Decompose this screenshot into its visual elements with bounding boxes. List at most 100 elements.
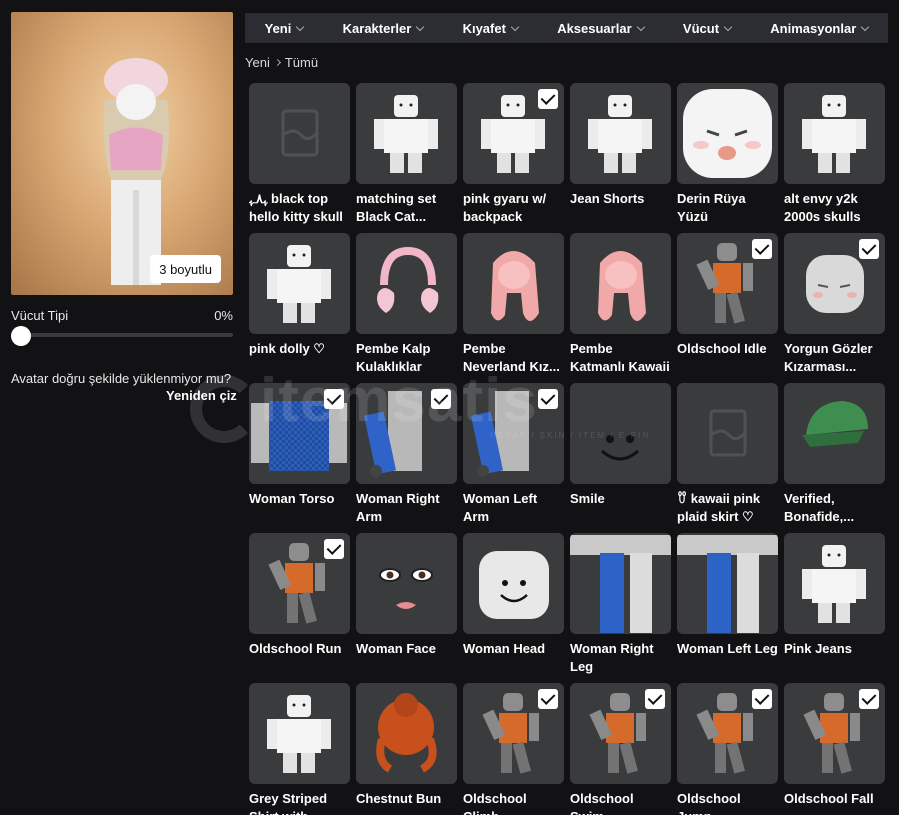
item-card[interactable]: Pembe Kalp Kulaklıklar [356, 233, 457, 383]
item-thumbnail[interactable] [677, 383, 778, 484]
item-card[interactable]: Oldschool Climb [463, 683, 564, 815]
item-card[interactable]: Woman Face [356, 533, 457, 683]
item-card[interactable]: ﮩ٨ـﮩ black top hello kitty skull ... [249, 83, 350, 233]
item-thumbnail[interactable] [356, 683, 457, 784]
item-card[interactable]: Woman Torso [249, 383, 350, 533]
item-thumbnail[interactable] [249, 533, 350, 634]
body-type-slider-track[interactable] [11, 333, 233, 337]
item-thumbnail[interactable] [249, 383, 350, 484]
item-card[interactable]: Pembe Neverland Kız... [463, 233, 564, 383]
item-card[interactable]: Chestnut Bun [356, 683, 457, 815]
nav-new[interactable]: Yeni [265, 21, 305, 36]
item-thumbnail[interactable] [356, 233, 457, 334]
placeholder-image [709, 409, 747, 457]
item-name: Oldschool Climb [463, 791, 527, 815]
item-card[interactable]: Oldschool Idle [677, 233, 778, 383]
item-name: Woman Face [356, 641, 436, 656]
item-card[interactable]: Derin Rüya Yüzü [677, 83, 778, 233]
item-thumbnail[interactable] [784, 533, 885, 634]
checkmark-icon[interactable] [645, 689, 665, 709]
item-card[interactable]: Oldschool Fall [784, 683, 885, 815]
item-card[interactable]: Woman Left Arm [463, 383, 564, 533]
nav-clothing[interactable]: Kıyafet [463, 21, 520, 36]
item-thumbnail[interactable] [463, 383, 564, 484]
item-card[interactable]: alt envy y2k 2000s skulls do... [784, 83, 885, 233]
item-card[interactable]: matching set Black Cat... [356, 83, 457, 233]
item-thumbnail[interactable] [463, 533, 564, 634]
item-card[interactable]: Oldschool Jump [677, 683, 778, 815]
item-thumbnail[interactable] [463, 683, 564, 784]
item-card[interactable]: Yorgun Gözler Kızarması... [784, 233, 885, 383]
item-thumbnail[interactable] [570, 233, 671, 334]
item-thumbnail[interactable] [677, 683, 778, 784]
item-name: pink dolly ♡ [249, 341, 325, 356]
item-thumbnail[interactable] [677, 233, 778, 334]
shirt-image [802, 95, 866, 173]
item-name: pink gyaru w/ backpack mezz... [463, 191, 547, 224]
chevron-down-icon [296, 22, 305, 31]
placeholder-image [281, 109, 319, 157]
item-card[interactable]: Verified, Bonafide,... [784, 383, 885, 533]
item-card[interactable]: Jean Shorts [570, 83, 671, 233]
chevron-right-icon [273, 58, 281, 67]
checkmark-icon[interactable] [538, 89, 558, 109]
category-nav: Yeni Karakterler Kıyafet Aksesuarlar Vüc… [245, 13, 888, 43]
item-thumbnail[interactable] [570, 683, 671, 784]
checkmark-icon[interactable] [859, 689, 879, 709]
item-card[interactable]: Pembe Katmanlı Kawaii Saçlı... [570, 233, 671, 383]
item-thumbnail[interactable] [249, 683, 350, 784]
item-name: Oldschool Idle [677, 341, 767, 356]
breadcrumb-root[interactable]: Yeni [245, 55, 270, 70]
item-thumbnail[interactable] [249, 233, 350, 334]
item-thumbnail[interactable] [677, 83, 778, 184]
item-thumbnail[interactable] [784, 233, 885, 334]
checkmark-icon[interactable] [538, 689, 558, 709]
checkmark-icon[interactable] [324, 539, 344, 559]
view-3d-button[interactable]: 3 boyutlu [150, 255, 221, 283]
item-thumbnail[interactable] [356, 533, 457, 634]
redraw-link[interactable]: Yeniden çiz [166, 388, 237, 403]
item-thumbnail[interactable] [784, 83, 885, 184]
item-name: Oldschool Swim [570, 791, 634, 815]
nav-animations[interactable]: Animasyonlar [770, 21, 870, 36]
checkmark-icon[interactable] [859, 239, 879, 259]
item-card[interactable]: Smile [570, 383, 671, 533]
item-card[interactable]: Woman Right Arm [356, 383, 457, 533]
item-thumbnail[interactable] [570, 83, 671, 184]
checkmark-icon[interactable] [752, 239, 772, 259]
item-card[interactable]: pink dolly ♡ [249, 233, 350, 383]
nav-accessories[interactable]: Aksesuarlar [557, 21, 645, 36]
item-thumbnail[interactable] [570, 533, 671, 634]
checkmark-icon[interactable] [538, 389, 558, 409]
item-card[interactable]: ꀎ kawaii pink plaid skirt ♡ [677, 383, 778, 533]
nav-body[interactable]: Vücut [683, 21, 733, 36]
item-thumbnail[interactable] [356, 383, 457, 484]
item-thumbnail[interactable] [463, 83, 564, 184]
item-card[interactable]: pink gyaru w/ backpack mezz... [463, 83, 564, 233]
item-card[interactable]: Oldschool Swim [570, 683, 671, 815]
checkmark-icon[interactable] [431, 389, 451, 409]
item-card[interactable]: Grey Striped Shirt with Deni... [249, 683, 350, 815]
item-card[interactable]: Woman Right Leg [570, 533, 671, 683]
checkmark-icon[interactable] [324, 389, 344, 409]
item-thumbnail[interactable] [570, 383, 671, 484]
item-thumbnail[interactable] [249, 83, 350, 184]
item-name: Grey Striped Shirt with Deni... [249, 791, 328, 815]
item-thumbnail[interactable] [463, 233, 564, 334]
item-name: Verified, Bonafide,... [784, 491, 855, 524]
item-card[interactable]: Woman Head [463, 533, 564, 683]
nav-characters[interactable]: Karakterler [343, 21, 425, 36]
body-type-slider-thumb[interactable] [11, 326, 31, 346]
item-card[interactable]: Oldschool Run [249, 533, 350, 683]
item-name: Oldschool Jump [677, 791, 741, 815]
item-thumbnail[interactable] [677, 533, 778, 634]
item-name: Pembe Neverland Kız... [463, 341, 560, 374]
avatar-preview[interactable]: 3 boyutlu [11, 12, 233, 295]
item-thumbnail[interactable] [356, 83, 457, 184]
item-thumbnail[interactable] [784, 383, 885, 484]
item-name: Chestnut Bun [356, 791, 442, 806]
checkmark-icon[interactable] [752, 689, 772, 709]
item-card[interactable]: Pink Jeans [784, 533, 885, 683]
item-thumbnail[interactable] [784, 683, 885, 784]
item-card[interactable]: Woman Left Leg [677, 533, 778, 683]
